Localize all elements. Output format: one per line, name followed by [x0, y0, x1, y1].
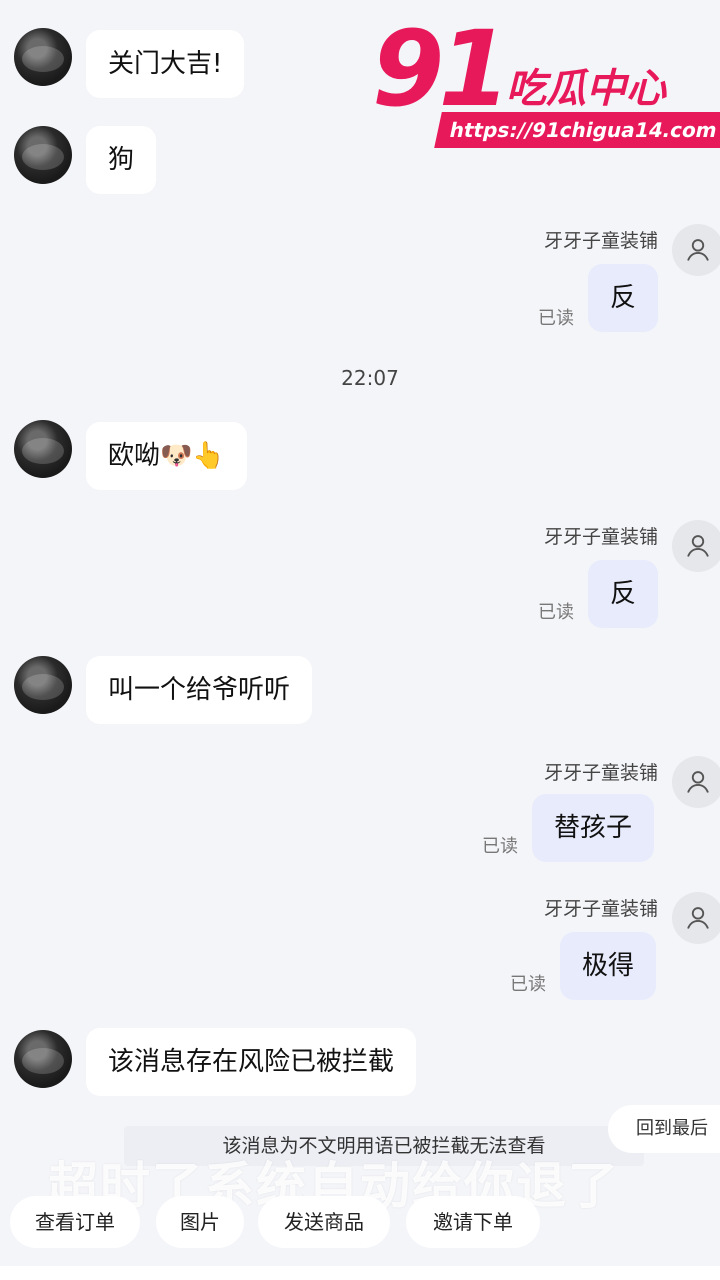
message-bubble[interactable]: 替孩子 [532, 794, 655, 862]
invite-order-button[interactable]: 邀请下单 [406, 1196, 540, 1248]
customer-avatar[interactable] [14, 126, 72, 184]
dog-pointing-emoji-icon: 🐶👆 [160, 441, 225, 471]
message-bubble[interactable]: 叫一个给爷听听 [86, 656, 313, 724]
back-to-latest-button[interactable]: 回到最后 [608, 1105, 720, 1153]
message-bubble[interactable]: 极得 [560, 932, 657, 1000]
image-button[interactable]: 图片 [156, 1196, 244, 1248]
person-icon [687, 239, 709, 261]
timestamp: 22:07 [341, 366, 399, 390]
input-bar [0, 1266, 720, 1280]
message-text: 欧呦 [108, 441, 161, 471]
read-status: 已读 [538, 602, 574, 623]
person-icon [687, 535, 709, 557]
site-watermark: 91 吃瓜中心 https://91chigua14.com [372, 8, 720, 154]
message-bubble[interactable]: 欧呦🐶👆 [86, 422, 247, 490]
blocked-message-bubble[interactable]: 该消息存在风险已被拦截 [86, 1028, 417, 1096]
read-status: 已读 [482, 836, 518, 857]
read-status: 已读 [510, 974, 546, 995]
watermark-name: 吃瓜中心 [506, 66, 666, 112]
view-order-button[interactable]: 查看订单 [10, 1196, 140, 1248]
customer-avatar[interactable] [14, 420, 72, 478]
person-icon [687, 907, 709, 929]
message-bubble[interactable]: 狗 [86, 126, 157, 194]
message-bubble[interactable]: 反 [588, 560, 659, 628]
customer-avatar[interactable] [14, 1030, 72, 1088]
shop-avatar[interactable] [672, 892, 720, 944]
shop-avatar[interactable] [672, 520, 720, 572]
customer-avatar[interactable] [14, 656, 72, 714]
read-status: 已读 [538, 308, 574, 329]
customer-avatar[interactable] [14, 28, 72, 86]
shop-avatar[interactable] [672, 224, 720, 276]
watermark-url: https://91chigua14.com [434, 112, 720, 148]
person-icon [687, 771, 709, 793]
shop-name-label: 牙牙子童装铺 [543, 898, 658, 920]
watermark-number: 91 [372, 8, 511, 130]
send-product-button[interactable]: 发送商品 [258, 1196, 390, 1248]
shop-avatar[interactable] [672, 756, 720, 808]
message-bubble[interactable]: 关门大吉! [86, 30, 245, 98]
shop-name-label: 牙牙子童装铺 [543, 230, 658, 252]
shop-name-label: 牙牙子童装铺 [543, 526, 658, 548]
message-bubble[interactable]: 反 [588, 264, 659, 332]
shop-name-label: 牙牙子童装铺 [543, 762, 658, 784]
